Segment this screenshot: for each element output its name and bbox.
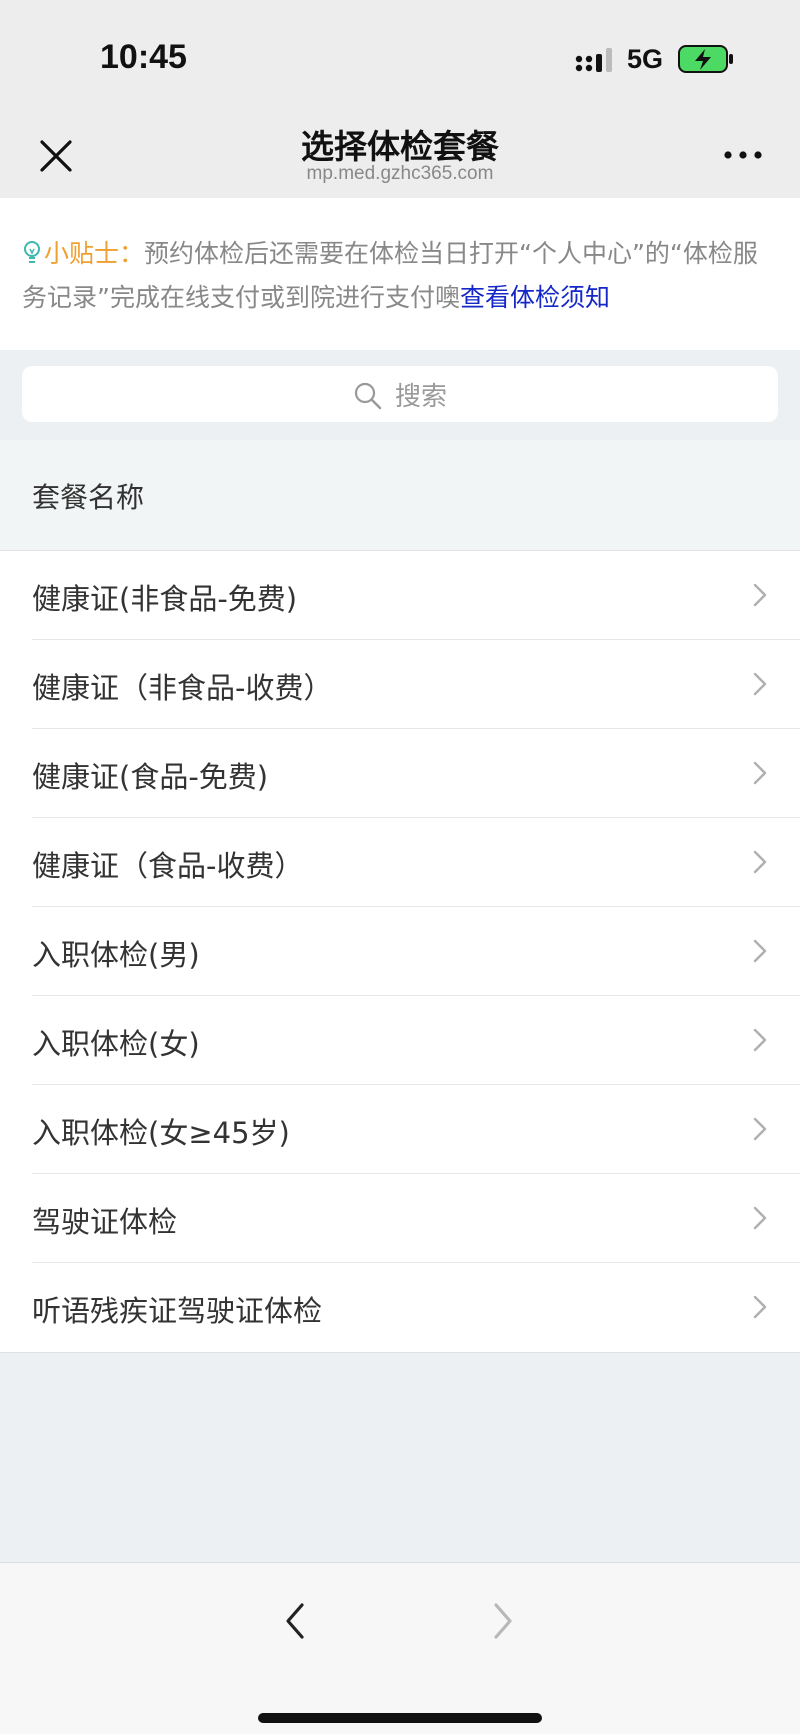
list-item[interactable]: 入职体检(女) [0, 996, 800, 1085]
section-header: 套餐名称 [0, 440, 800, 550]
status-bar: 10:45 5G [0, 0, 800, 110]
chevron-right-icon [753, 850, 767, 874]
chevron-left-icon[interactable] [280, 1599, 310, 1643]
status-time: 10:45 [100, 38, 187, 76]
chevron-right-icon [753, 761, 767, 785]
package-label: 听语残疾证驾驶证体检 [32, 1294, 323, 1328]
list-item[interactable]: 入职体检(女≥45岁) [0, 1085, 800, 1174]
chevron-right-icon [753, 583, 767, 607]
chevron-right-icon [753, 1295, 767, 1319]
package-label: 健康证(食品-免费) [32, 760, 269, 794]
package-label: 驾驶证体检 [32, 1205, 178, 1239]
search-placeholder: 搜索 [394, 382, 447, 412]
package-label: 健康证(非食品-免费) [32, 582, 298, 616]
chevron-right-icon [753, 1206, 767, 1230]
network-type: 5G [627, 44, 664, 74]
search-icon [354, 382, 382, 410]
list-item[interactable]: 驾驶证体检 [0, 1174, 800, 1263]
search-area: 搜索 [0, 350, 800, 440]
package-label: 健康证（食品-收费） [32, 849, 304, 883]
search-input[interactable]: 搜索 [22, 366, 778, 422]
tip-text: 小贴士：预约体检后还需要在体检当日打开“个人中心”的“体检服务记录”完成在线支付… [22, 232, 782, 320]
bottom-toolbar [0, 1562, 800, 1734]
package-label: 健康证（非食品-收费） [32, 671, 333, 705]
chevron-right-icon[interactable] [488, 1599, 518, 1643]
lightbulb-icon [24, 241, 40, 263]
package-label: 入职体检(男) [32, 938, 200, 972]
list-item[interactable]: 健康证（食品-收费） [0, 818, 800, 907]
signal-bars-icon [575, 48, 612, 72]
tip-label: 小贴士： [44, 239, 145, 268]
package-label: 入职体检(女≥45岁) [32, 1116, 290, 1150]
battery-charging-icon [678, 45, 733, 73]
chevron-right-icon [753, 939, 767, 963]
page-title: 选择体检套餐 [301, 127, 499, 166]
list-item[interactable]: 健康证(食品-免费) [0, 729, 800, 818]
more-dots-icon[interactable] [720, 140, 766, 170]
tip-panel: 小贴士：预约体检后还需要在体检当日打开“个人中心”的“体检服务记录”完成在线支付… [0, 198, 800, 350]
list-item[interactable]: 入职体检(男) [0, 907, 800, 996]
page-url: mp.med.gzhc365.com [306, 163, 494, 184]
chevron-right-icon [753, 672, 767, 696]
list-item[interactable]: 健康证（非食品-收费） [0, 640, 800, 729]
list-item[interactable]: 听语残疾证驾驶证体检 [0, 1263, 800, 1352]
package-label: 入职体检(女) [32, 1027, 200, 1061]
section-title: 套餐名称 [32, 481, 145, 514]
chevron-right-icon [753, 1117, 767, 1141]
list-item[interactable]: 健康证(非食品-免费) [0, 551, 800, 640]
view-exam-notice-link[interactable]: 查看体检须知 [460, 283, 610, 312]
chevron-right-icon [753, 1028, 767, 1052]
package-list: 健康证(非食品-免费) 健康证（非食品-收费） 健康证(食品-免费) 健康证（食… [0, 550, 800, 1353]
home-indicator[interactable] [258, 1713, 542, 1723]
nav-bar: 选择体检套餐 mp.med.gzhc365.com [0, 110, 800, 198]
